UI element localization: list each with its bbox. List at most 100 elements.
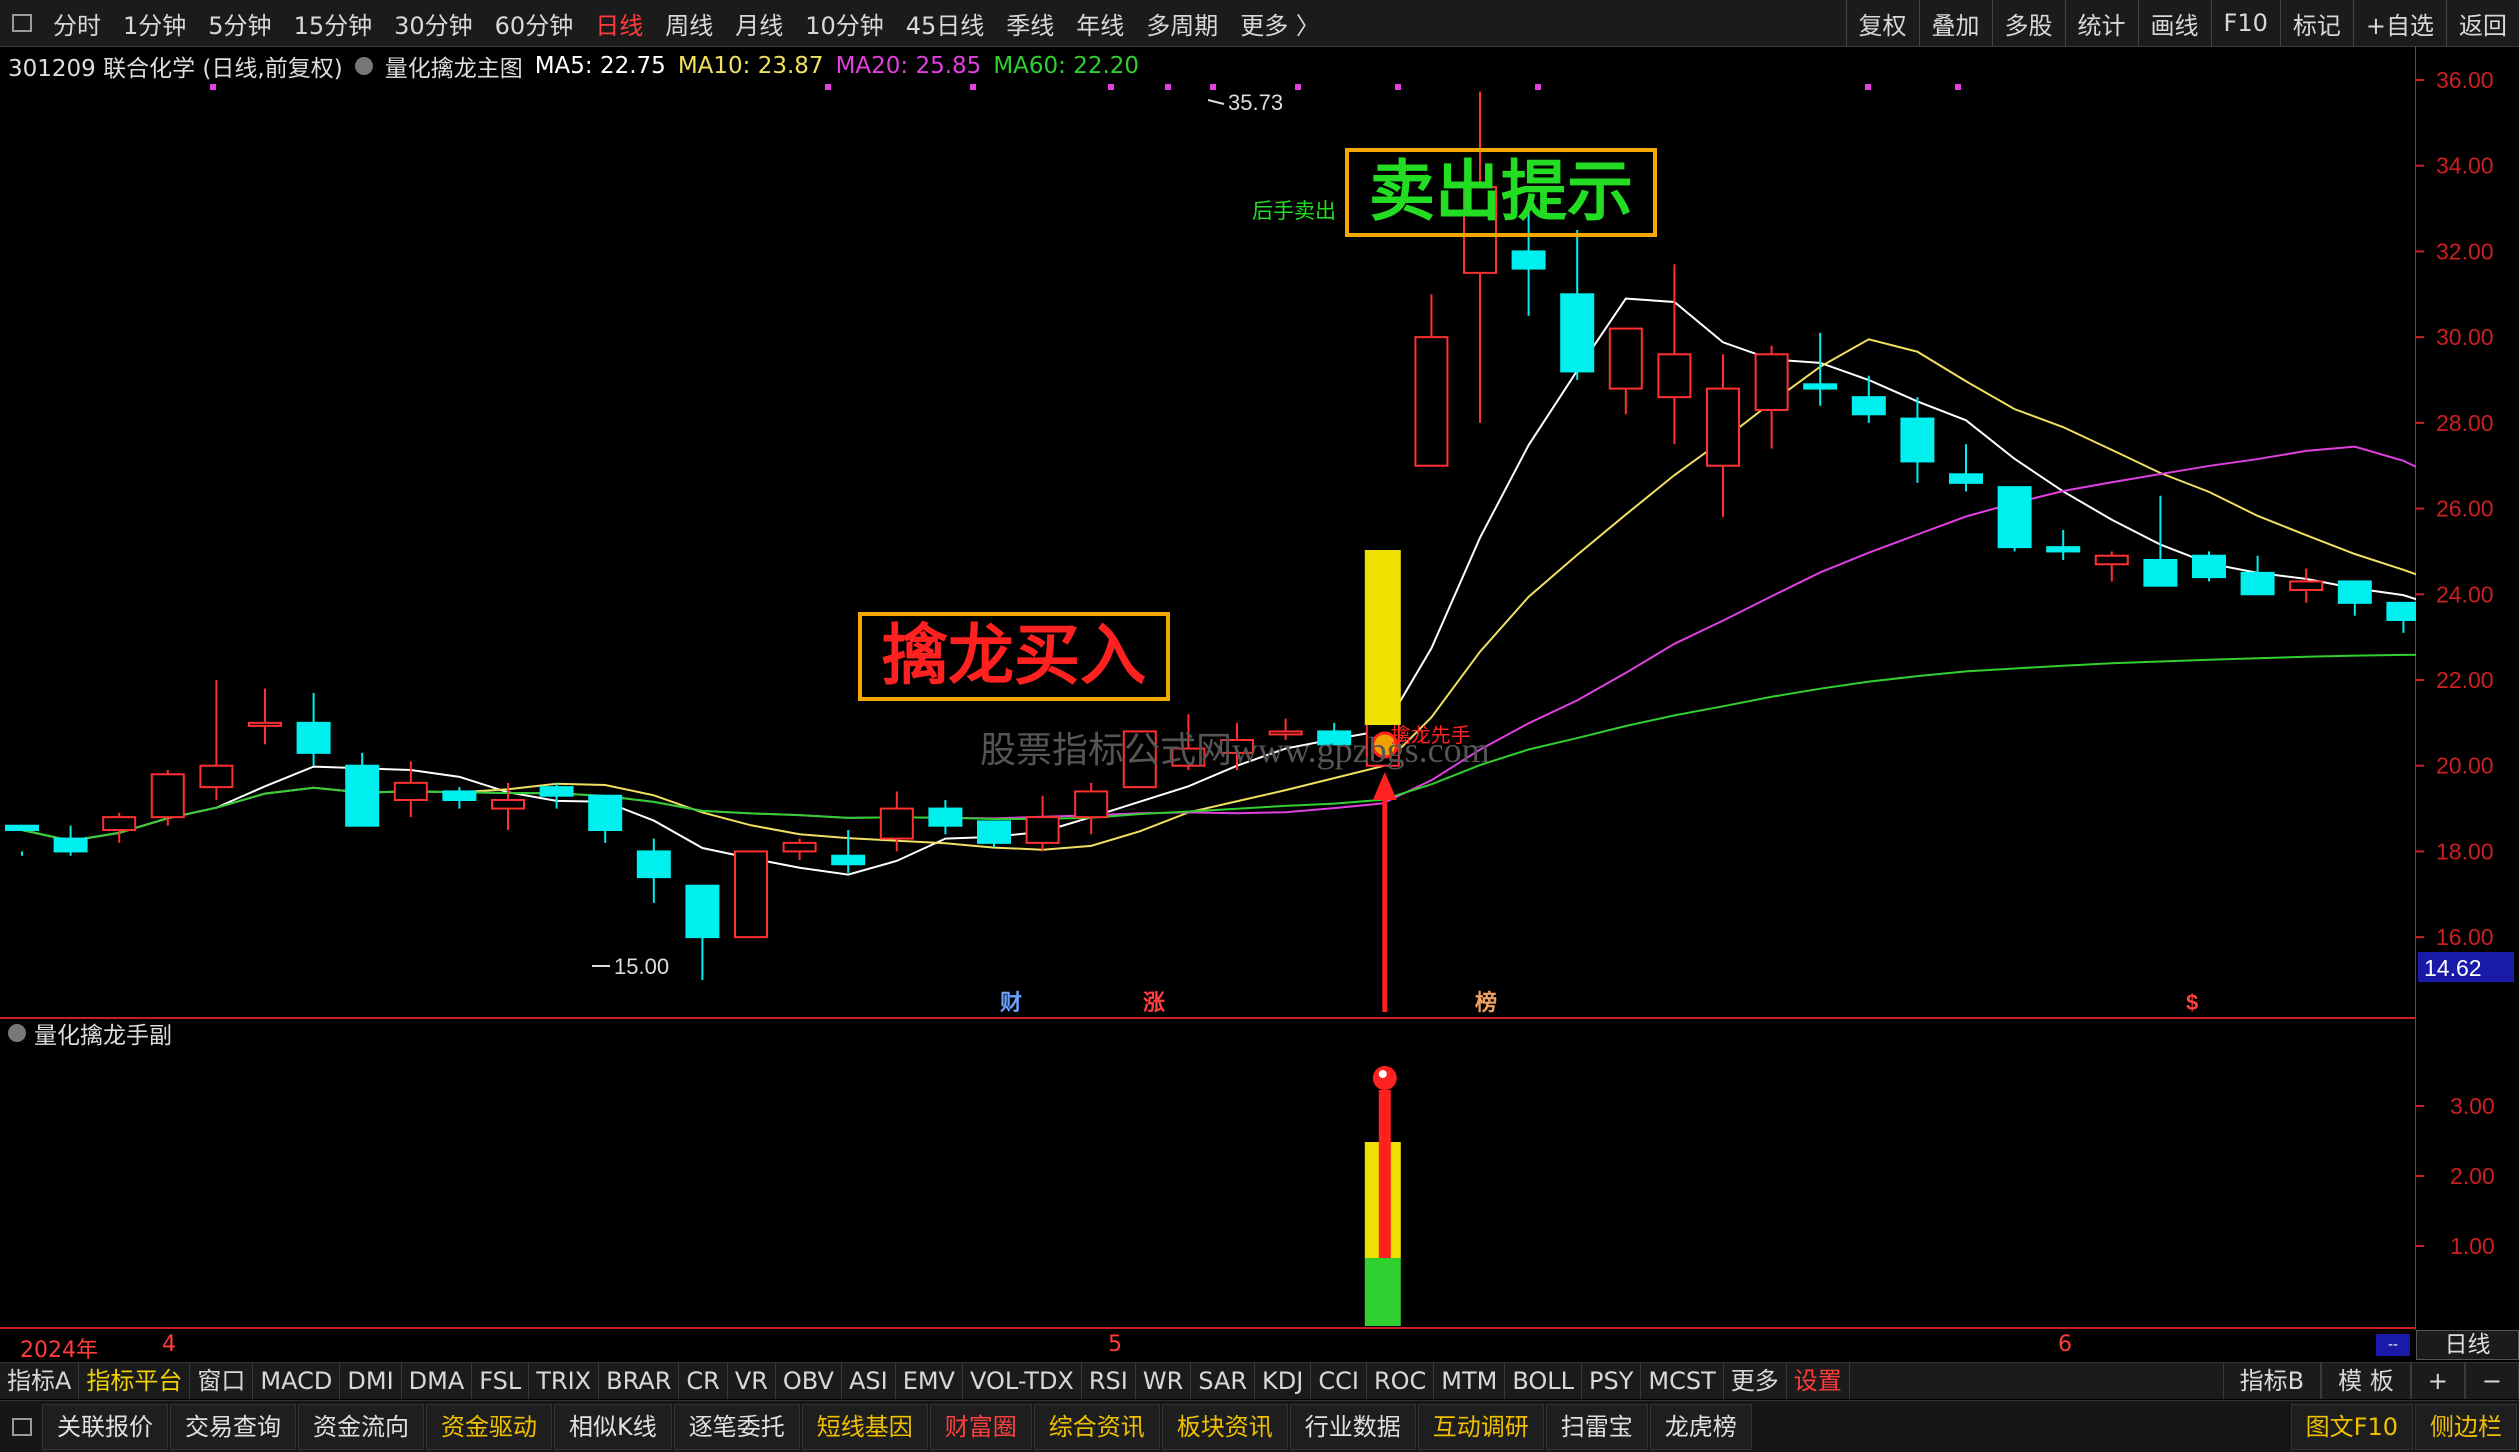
candle[interactable] (2192, 551, 2226, 582)
indicator-tab-5[interactable]: DMA (402, 1363, 473, 1399)
bottom-tab-4[interactable]: 相似K线 (554, 1403, 672, 1450)
candle[interactable] (1414, 294, 1449, 467)
candle[interactable] (2143, 495, 2178, 587)
kline-chart[interactable]: 擒龙先手股票指标公式网www.gpzbgs.com后手卖出35.7315.00财… (0, 0, 2416, 1330)
candle[interactable] (1754, 345, 1789, 449)
indicator-tab-22[interactable]: BOLL (1505, 1363, 1583, 1399)
bottom-tab-10[interactable]: 行业数据 (1289, 1403, 1416, 1450)
bottom-right-1[interactable]: 侧边栏 (2415, 1404, 2517, 1450)
indicator-tab-21[interactable]: MTM (1434, 1363, 1506, 1399)
indicator-tab-23[interactable]: PSY (1582, 1363, 1642, 1399)
indicator-right-0[interactable]: 指标B (2222, 1363, 2322, 1399)
candle[interactable] (636, 838, 671, 903)
indicator-tab-16[interactable]: WR (1136, 1363, 1192, 1399)
bottom-right-0[interactable]: 图文F10 (2290, 1404, 2413, 1450)
candle[interactable] (150, 770, 185, 826)
event-marker-1[interactable]: 涨 (1143, 990, 1165, 1015)
indicator-tab-26[interactable]: 设置 (1787, 1363, 1850, 1399)
candle[interactable] (1463, 91, 1497, 423)
candle[interactable] (199, 680, 234, 800)
event-marker-2[interactable]: 榜 (1475, 990, 1497, 1015)
indicator-tab-10[interactable]: VR (728, 1363, 776, 1399)
bottom-tab-7[interactable]: 财富圈 (929, 1403, 1032, 1450)
indicator-tab-7[interactable]: TRIX (529, 1363, 600, 1399)
indicator-tab-14[interactable]: VOL-TDX (963, 1363, 1082, 1399)
candle[interactable] (1949, 444, 1983, 492)
indicator-right-1[interactable]: 模 板 (2321, 1363, 2411, 1399)
indicator-tab-18[interactable]: KDJ (1255, 1363, 1312, 1399)
candle-body (248, 721, 282, 727)
candle[interactable] (345, 752, 380, 827)
candle[interactable] (1025, 795, 1060, 852)
bottom-tab-11[interactable]: 互动调研 (1417, 1403, 1544, 1450)
candle[interactable] (248, 688, 282, 745)
indicator-tab-2[interactable]: 窗口 (190, 1363, 254, 1399)
candle[interactable] (296, 692, 331, 766)
candle[interactable] (685, 884, 720, 980)
candle[interactable] (977, 820, 1011, 848)
sub-indicator-name[interactable]: 量化擒龙手副 (34, 1016, 172, 1050)
candle[interactable] (5, 824, 39, 856)
candle[interactable] (442, 787, 477, 809)
indicator-tab-24[interactable]: MCST (1641, 1363, 1724, 1399)
candle[interactable] (1608, 327, 1643, 415)
candle[interactable] (1074, 782, 1109, 835)
indicator-tab-1[interactable]: 指标平台 (79, 1363, 191, 1399)
candle[interactable] (2289, 568, 2324, 603)
candle[interactable] (1657, 264, 1692, 445)
candle[interactable] (2337, 580, 2372, 616)
indicator-tab-15[interactable]: RSI (1082, 1363, 1136, 1399)
bottom-tab-8[interactable]: 综合资讯 (1033, 1403, 1160, 1450)
candle[interactable] (782, 838, 817, 860)
candle[interactable] (928, 800, 963, 835)
indicator-tab-12[interactable]: ASI (842, 1363, 896, 1399)
candle[interactable] (2240, 555, 2275, 596)
candle-body (1414, 336, 1449, 467)
candle[interactable] (2094, 551, 2129, 582)
indicator-tab-6[interactable]: FSL (472, 1363, 530, 1399)
indicator-tab-17[interactable]: SAR (1191, 1363, 1256, 1399)
bottom-tab-0[interactable]: 关联报价 (42, 1403, 168, 1450)
collapse-icon[interactable] (8, 1024, 26, 1042)
indicator-tab-0[interactable]: 指标A (0, 1363, 80, 1399)
candle[interactable] (588, 794, 623, 843)
candle[interactable] (1560, 230, 1595, 380)
bottom-tab-13[interactable]: 龙虎榜 (1649, 1403, 1752, 1450)
indicator-tab-19[interactable]: CCI (1311, 1363, 1367, 1399)
bottom-tab-5[interactable]: 逐笔委托 (673, 1403, 800, 1450)
bottom-tab-1[interactable]: 交易查询 (170, 1403, 296, 1450)
period-label[interactable]: 日线 (2416, 1330, 2519, 1360)
indicator-right-2[interactable]: + (2410, 1363, 2465, 1399)
indicator-tab-25[interactable]: 更多 (1724, 1363, 1787, 1399)
bottom-tab-12[interactable]: 扫雷宝 (1545, 1403, 1648, 1450)
candle[interactable] (53, 825, 88, 856)
bottom-tab-2[interactable]: 资金流向 (298, 1403, 424, 1450)
indicator-tab-11[interactable]: OBV (776, 1363, 842, 1399)
tool-button-8[interactable]: 返回 (2446, 0, 2519, 46)
candle[interactable] (1803, 332, 1838, 406)
indicator-tab-8[interactable]: BRAR (599, 1363, 680, 1399)
event-marker-0[interactable]: 财 (1000, 990, 1022, 1015)
event-marker-3[interactable]: $ (2186, 990, 2198, 1015)
candle[interactable] (1851, 375, 1886, 423)
candle[interactable] (1997, 486, 2032, 552)
candle[interactable] (1706, 354, 1740, 518)
indicator-tab-4[interactable]: DMI (340, 1363, 402, 1399)
indicator-tab-3[interactable]: MACD (253, 1363, 341, 1399)
bottom-tab-9[interactable]: 板块资讯 (1161, 1403, 1288, 1450)
bottom-tab-3[interactable]: 资金驱动 (426, 1403, 552, 1450)
candle[interactable] (879, 791, 914, 852)
indicator-tab-20[interactable]: ROC (1367, 1363, 1435, 1399)
candle[interactable] (1900, 397, 1935, 483)
candle[interactable] (102, 812, 137, 843)
candle[interactable] (734, 850, 768, 939)
candle[interactable] (2046, 530, 2081, 560)
axis-scroll-indicator[interactable]: -- (2376, 1334, 2410, 1356)
candle[interactable] (539, 782, 574, 809)
indicator-tab-9[interactable]: CR (679, 1363, 728, 1399)
bottom-tab-6[interactable]: 短线基因 (801, 1403, 928, 1450)
indicator-right-3[interactable]: − (2464, 1363, 2519, 1399)
indicator-tab-13[interactable]: EMV (896, 1363, 963, 1399)
panel-toggle-icon[interactable] (12, 1417, 32, 1436)
candle[interactable] (2386, 601, 2416, 633)
